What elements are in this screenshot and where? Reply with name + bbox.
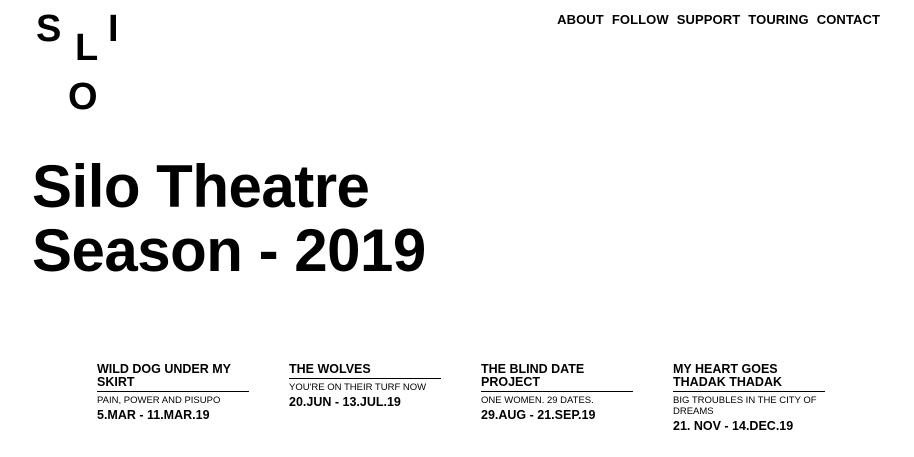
show-tagline: PAIN, POWER AND PISUPO bbox=[97, 395, 221, 406]
logo-letter-i: I bbox=[108, 8, 119, 50]
show-title: THE BLIND DATE PROJECT bbox=[481, 363, 633, 392]
nav-contact-link[interactable]: CONTACT bbox=[817, 12, 880, 27]
nav-support-link[interactable]: SUPPORT bbox=[677, 12, 741, 27]
page-title-line-2: Season - 2019 bbox=[32, 217, 426, 284]
show-dates: 21. NOV - 14.DEC.19 bbox=[673, 419, 794, 433]
show-dates: 5.MAR - 11.MAR.19 bbox=[97, 408, 210, 422]
logo-letter-l: L bbox=[75, 27, 99, 69]
show-dates: 20.JUN - 13.JUL.19 bbox=[289, 395, 401, 409]
logo-letter-o: O bbox=[68, 76, 98, 118]
show-dates: 29.AUG - 21.SEP.19 bbox=[481, 408, 596, 422]
show-tagline: BIG TROUBLES IN THE CITY OF DREAMS bbox=[673, 395, 817, 417]
show-title: THE WOLVES bbox=[289, 363, 441, 379]
show-card-wild-dog[interactable]: WILD DOG UNDER MY SKIRT PAIN, POWER AND … bbox=[97, 363, 249, 433]
show-tagline: YOU'RE ON THEIR TURF NOW bbox=[289, 382, 427, 393]
show-card-the-wolves[interactable]: THE WOLVES YOU'RE ON THEIR TURF NOW 20.J… bbox=[289, 363, 441, 433]
nav-follow-link[interactable]: FOLLOW bbox=[612, 12, 669, 27]
show-title: MY HEART GOES THADAK THADAK bbox=[673, 363, 825, 392]
page-title: Silo Theatre Season - 2019 bbox=[32, 155, 426, 283]
nav-about-link[interactable]: ABOUT bbox=[557, 12, 604, 27]
show-card-blind-date-project[interactable]: THE BLIND DATE PROJECT ONE WOMEN. 29 DAT… bbox=[481, 363, 633, 433]
show-card-thadak-thadak[interactable]: MY HEART GOES THADAK THADAK BIG TROUBLES… bbox=[673, 363, 825, 433]
logo-letter-s: S bbox=[36, 8, 62, 50]
main-nav: ABOUT FOLLOW SUPPORT TOURING CONTACT bbox=[557, 12, 880, 27]
page-title-line-1: Silo Theatre bbox=[32, 153, 370, 220]
nav-touring-link[interactable]: TOURING bbox=[748, 12, 808, 27]
season-shows-list: WILD DOG UNDER MY SKIRT PAIN, POWER AND … bbox=[97, 363, 825, 433]
show-tagline: ONE WOMEN. 29 DATES. bbox=[481, 395, 594, 406]
show-title: WILD DOG UNDER MY SKIRT bbox=[97, 363, 249, 392]
silo-logo[interactable]: S L I O bbox=[0, 0, 140, 125]
